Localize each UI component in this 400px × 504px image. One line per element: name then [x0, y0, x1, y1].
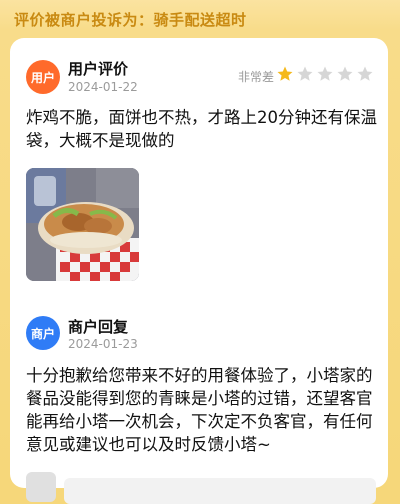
merchant-avatar-label: 商户 — [30, 326, 55, 341]
review-date: 2024-01-22 — [68, 80, 138, 94]
food-photo-image — [26, 168, 139, 281]
next-item-bar — [64, 478, 376, 504]
star-empty-icon — [317, 66, 333, 81]
complaint-banner-text: 评价被商户投诉为：骑手配送超时 — [14, 10, 247, 29]
rating-label: 非常差 — [238, 70, 275, 84]
review-author: 用户评价 — [68, 60, 129, 78]
app-frame: 评价被商户投诉为：骑手配送超时 用户 用户评价 2024-01-22 非常差 炸… — [0, 0, 400, 504]
star-empty-icon — [357, 66, 373, 81]
merchant-avatar: 商户 — [26, 316, 60, 350]
reply-date: 2024-01-23 — [68, 337, 138, 351]
review-text: 炸鸡不脆，面饼也不热，才路上20分钟还有保温袋，大概不是现做的 — [26, 108, 377, 150]
user-avatar-label: 用户 — [30, 70, 55, 85]
review-photo[interactable] — [26, 168, 139, 281]
star-filled-icon — [277, 66, 293, 81]
star-empty-icon — [297, 66, 313, 81]
user-avatar: 用户 — [26, 60, 60, 94]
rating-stars — [276, 65, 374, 83]
review-card: 用户 用户评价 2024-01-22 非常差 炸鸡不脆，面饼也不热，才路上20分… — [10, 38, 388, 504]
reply-text: 十分抱歉给您带来不好的用餐体验了，小塔家的餐品没能得到您的青睐是小塔的过错，还望… — [26, 366, 373, 454]
reply-author: 商户回复 — [68, 318, 129, 336]
star-empty-icon — [337, 66, 353, 81]
next-item-thumbnail — [26, 472, 56, 502]
complaint-banner: 评价被商户投诉为：骑手配送超时 — [0, 0, 400, 38]
